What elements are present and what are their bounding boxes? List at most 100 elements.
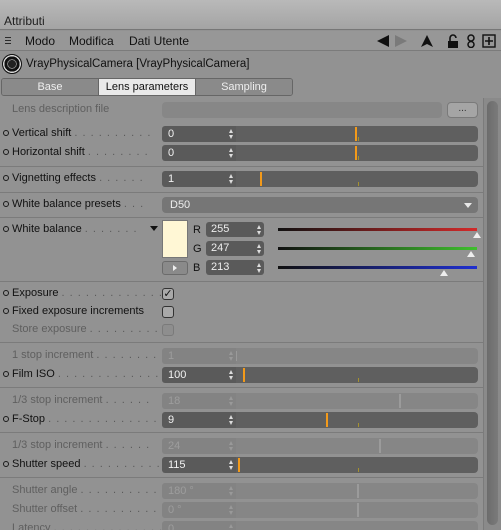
tab-lens-parameters[interactable]: Lens parameters: [99, 79, 196, 95]
fixed-exposure-checkbox[interactable]: [162, 306, 174, 318]
channel-r-marker[interactable]: [473, 232, 481, 238]
link-icon[interactable]: [464, 34, 478, 48]
spinner-arrows-icon[interactable]: [257, 225, 262, 235]
arrow-left-icon[interactable]: [376, 34, 390, 48]
grip-icon[interactable]: [5, 37, 11, 45]
spinner-arrows-icon[interactable]: [229, 460, 234, 470]
white-balance-label: White balance: [12, 223, 82, 235]
shutter-angle-slider[interactable]: [236, 483, 478, 499]
keyframe-pin-icon[interactable]: [3, 175, 9, 181]
keyframe-pin-icon[interactable]: [3, 201, 9, 207]
lens-description-field[interactable]: [162, 102, 442, 118]
spinner-arrows-icon[interactable]: [257, 244, 262, 254]
keyframe-pin-icon[interactable]: [3, 416, 9, 422]
slider-knob[interactable]: [355, 146, 357, 160]
third-stop-a-input[interactable]: 18: [162, 393, 236, 409]
store-exposure-checkbox[interactable]: [162, 324, 174, 336]
third-stop-a-slider[interactable]: [236, 393, 478, 409]
keyframe-pin-icon[interactable]: [3, 461, 9, 467]
spinner-arrows-icon[interactable]: [229, 174, 234, 184]
fstop-input[interactable]: 9: [162, 412, 236, 428]
channel-b-slider[interactable]: [278, 266, 477, 269]
keyframe-pin-icon[interactable]: [3, 130, 9, 136]
shutter-speed-label: Shutter speed: [12, 458, 81, 470]
tab-sampling[interactable]: Sampling: [196, 79, 292, 95]
color-swatch[interactable]: [162, 220, 188, 258]
shutter-speed-input[interactable]: 115: [162, 457, 236, 473]
horizontal-shift-slider[interactable]: [236, 145, 478, 161]
lock-icon[interactable]: [446, 34, 460, 48]
slider-knob: [357, 503, 359, 517]
exposure-checkbox[interactable]: ✓: [162, 288, 174, 300]
keyframe-pin-icon[interactable]: [3, 226, 9, 232]
vertical-shift-slider[interactable]: [236, 126, 478, 142]
latency-input[interactable]: 0: [162, 521, 236, 530]
fstop-slider[interactable]: [236, 412, 478, 428]
shutter-speed-slider[interactable]: [236, 457, 478, 473]
arrow-right-icon[interactable]: [394, 34, 408, 48]
browse-button[interactable]: ...: [447, 102, 478, 118]
scroll-thumb[interactable]: [487, 101, 498, 525]
menu-modo[interactable]: Modo: [25, 34, 55, 48]
channel-r-input[interactable]: 255: [206, 222, 264, 237]
third-stop-b-input[interactable]: 24: [162, 438, 236, 454]
channel-g-input[interactable]: 247: [206, 241, 264, 256]
slider-knob: [399, 394, 401, 408]
latency-slider[interactable]: [236, 521, 478, 530]
menu-dati-utente[interactable]: Dati Utente: [129, 34, 189, 48]
keyframe-pin-icon[interactable]: [3, 308, 9, 314]
spinner-arrows-icon[interactable]: [229, 370, 234, 380]
spinner-arrows-icon[interactable]: [257, 263, 262, 273]
lens-description-row: Lens description file ...: [0, 101, 483, 119]
vertical-shift-row: Vertical shift . . . . . . . . . . 0: [0, 125, 483, 143]
expand-arrow-icon[interactable]: [150, 226, 158, 231]
menu-modifica[interactable]: Modifica: [69, 34, 114, 48]
cursor-icon[interactable]: [420, 34, 434, 48]
slider-knob[interactable]: [260, 172, 262, 186]
slider-knob[interactable]: [355, 127, 357, 141]
shutter-angle-input[interactable]: 180 °: [162, 483, 236, 499]
store-exposure-row: Store exposure . . . . . . . . . .: [0, 321, 483, 339]
vertical-shift-input[interactable]: 0: [162, 126, 236, 142]
vertical-scrollbar[interactable]: [483, 98, 501, 530]
divider: [0, 281, 483, 282]
stop-increment-input[interactable]: 1: [162, 348, 236, 364]
shutter-offset-slider[interactable]: [236, 502, 478, 518]
shutter-offset-input[interactable]: 0 °: [162, 502, 236, 518]
third-stop-b-slider[interactable]: [236, 438, 478, 454]
keyframe-pin-icon[interactable]: [3, 149, 9, 155]
channel-b-input[interactable]: 213: [206, 260, 264, 275]
spinner-arrows-icon[interactable]: [229, 415, 234, 425]
horizontal-shift-input[interactable]: 0: [162, 145, 236, 161]
shutter-offset-row: Shutter offset . . . . . . . . . . 0 °: [0, 501, 483, 519]
slider-knob[interactable]: [243, 368, 245, 382]
spinner-arrows-icon: [229, 351, 234, 361]
tab-base[interactable]: Base: [2, 79, 99, 95]
channel-r-slider[interactable]: [278, 228, 477, 231]
channel-b: B 213: [190, 260, 480, 276]
horizontal-shift-label: Horizontal shift: [12, 146, 85, 158]
keyframe-pin-icon[interactable]: [3, 290, 9, 296]
vignetting-input[interactable]: 1: [162, 171, 236, 187]
fstop-label: F-Stop: [12, 413, 46, 425]
channel-g-marker[interactable]: [467, 251, 475, 257]
spinner-arrows-icon[interactable]: [229, 129, 234, 139]
divider: [0, 217, 483, 218]
color-picker-button[interactable]: [162, 261, 188, 275]
film-iso-input[interactable]: 100: [162, 367, 236, 383]
slider-knob[interactable]: [238, 458, 240, 472]
spinner-arrows-icon[interactable]: [229, 148, 234, 158]
vignetting-slider[interactable]: [236, 171, 478, 187]
add-icon[interactable]: [482, 34, 496, 48]
slider-knob[interactable]: [326, 413, 328, 427]
keyframe-pin-icon[interactable]: [3, 371, 9, 377]
channel-g-slider[interactable]: [278, 247, 477, 250]
stop-increment-slider[interactable]: [236, 348, 478, 364]
wb-presets-label: White balance presets: [12, 198, 121, 210]
wb-presets-select[interactable]: D50: [162, 197, 478, 213]
object-header: VrayPhysicalCamera [VrayPhysicalCamera]: [0, 52, 501, 76]
spinner-arrows-icon: [229, 396, 234, 406]
channel-r-label: R: [193, 224, 201, 236]
film-iso-slider[interactable]: [236, 367, 478, 383]
channel-b-marker[interactable]: [440, 270, 448, 276]
